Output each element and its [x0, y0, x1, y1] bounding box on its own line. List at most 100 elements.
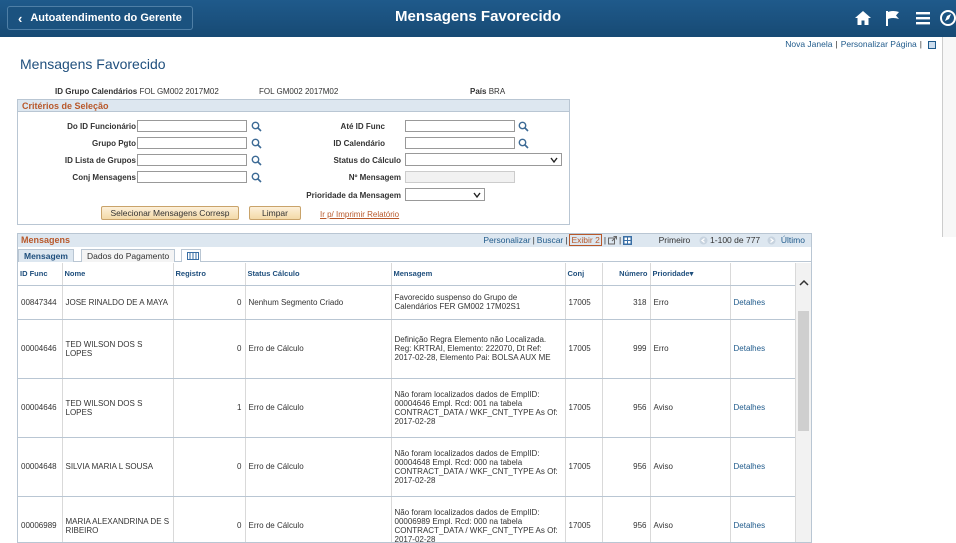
separator: | — [919, 39, 922, 49]
cell-mensagem: Não foram localizados dados de EmplID: 0… — [391, 437, 566, 497]
tab-dados-pagamento[interactable]: Dados do Pagamento — [81, 249, 176, 262]
selection-criteria-box: Critérios de Seleção Do ID Funcionário A… — [17, 99, 570, 225]
chevron-down-icon — [473, 192, 481, 199]
grid-find-link[interactable]: Buscar — [537, 235, 563, 245]
details-link[interactable]: Detalhes — [734, 298, 766, 307]
separator: | — [565, 235, 568, 245]
details-link[interactable]: Detalhes — [734, 403, 766, 412]
top-banner: ‹ Autoatendimento do Gerente Mensagens F… — [0, 0, 956, 37]
cell-conj: 17005 — [565, 378, 603, 438]
separator: | — [619, 235, 622, 245]
cell-mensagem: Favorecido suspenso do Grupo de Calendár… — [391, 285, 566, 320]
cell-registro: 0 — [173, 319, 246, 379]
msgnum-input — [405, 171, 515, 183]
prioridade-label: Prioridade — [652, 269, 690, 279]
cell-name: TED WILSON DOS S LOPES — [62, 319, 174, 379]
next-icon[interactable] — [767, 236, 776, 245]
view-all-link[interactable]: Exibir 2 — [569, 234, 602, 246]
page-title: Mensagens Favorecido — [20, 56, 166, 72]
paygroup-input[interactable] — [137, 137, 247, 149]
tab-mensagem[interactable]: Mensagem — [18, 249, 74, 262]
cell-numero: 956 — [602, 378, 651, 438]
priority-select[interactable] — [405, 188, 485, 201]
grid-navigation: Personalizar | Buscar | Exibir 2 | | Primeiro … — [483, 234, 805, 246]
grid-scrollbar[interactable] — [795, 263, 811, 542]
lookup-icon[interactable] — [251, 138, 262, 149]
grid-personalize-link[interactable]: Personalizar — [483, 235, 530, 245]
cell-numero: 956 — [602, 496, 651, 542]
previous-icon[interactable] — [699, 236, 708, 245]
separator: | — [603, 235, 607, 245]
cell-status: Erro de Cálculo — [245, 437, 392, 497]
page-scrollbar[interactable] — [942, 37, 956, 237]
last-link[interactable]: Último — [781, 235, 805, 245]
from-emp-input[interactable] — [137, 120, 247, 132]
cell-id: 00004646 — [18, 378, 63, 438]
show-all-columns-tab[interactable] — [181, 249, 201, 262]
scroll-up-icon[interactable] — [799, 279, 809, 287]
calc-status-select[interactable] — [405, 153, 562, 166]
page-tile-icon[interactable] — [928, 40, 936, 49]
table-row: 00004646 TED WILSON DOS S LOPES 0 Erro d… — [18, 319, 808, 379]
details-link[interactable]: Detalhes — [734, 521, 766, 530]
menu-icon[interactable] — [908, 6, 938, 30]
cell-prioridade: Erro — [650, 285, 731, 320]
show-all-columns-icon — [187, 252, 199, 260]
select-messages-button[interactable]: Selecionar Mensagens Corresp — [101, 206, 239, 220]
cell-numero: 956 — [602, 437, 651, 497]
cell-id: 00847344 — [18, 285, 63, 320]
col-header-name: Nome — [62, 263, 174, 286]
country-value: BRA — [488, 87, 506, 96]
col-header-id: ID Func — [18, 263, 63, 286]
separator: | — [532, 235, 535, 245]
grouplist-input[interactable] — [137, 154, 247, 166]
lookup-icon[interactable] — [251, 155, 262, 166]
navbar-icon[interactable] — [938, 6, 956, 30]
zoom-grid-icon[interactable] — [608, 236, 618, 245]
calendar-group-info: ID Grupo Calendários FOL GM002 2017M02 — [55, 87, 219, 96]
lookup-icon[interactable] — [518, 121, 529, 132]
col-header-registro: Registro — [173, 263, 246, 286]
new-window-link[interactable]: Nova Janela — [785, 39, 832, 49]
msgnum-label: Nº Mensagem — [348, 173, 401, 182]
app-title: Mensagens Favorecido — [395, 8, 561, 25]
separator: | — [835, 39, 838, 49]
lookup-icon[interactable] — [518, 138, 529, 149]
calendar-group-desc: FOL GM002 2017M02 — [259, 87, 339, 96]
flag-icon[interactable] — [878, 6, 908, 30]
cell-prioridade: Aviso — [650, 496, 731, 542]
details-link[interactable]: Detalhes — [734, 344, 766, 353]
cell-status: Erro de Cálculo — [245, 378, 392, 438]
download-excel-icon[interactable] — [623, 236, 633, 246]
col-header-conj: Conj — [565, 263, 603, 286]
cell-name: JOSE RINALDO DE A MAYA — [62, 285, 174, 320]
country-label: País — [470, 87, 487, 96]
calendar-input[interactable] — [405, 137, 515, 149]
cell-name: TED WILSON DOS S LOPES — [62, 378, 174, 438]
lookup-icon[interactable] — [251, 121, 262, 132]
details-link[interactable]: Detalhes — [734, 462, 766, 471]
cell-id: 00006989 — [18, 496, 63, 542]
page-links: Nova Janela | Personalizar Página | — [785, 39, 936, 49]
to-emp-input[interactable] — [405, 120, 515, 132]
msgset-label: Conj Mensagens — [72, 173, 136, 182]
calc-status-label: Status do Cálculo — [333, 156, 401, 165]
table-row: 00004648 SILVIA MARIA L SOUSA 0 Erro de … — [18, 437, 808, 497]
lookup-icon[interactable] — [251, 172, 262, 183]
criteria-title: Critérios de Seleção — [18, 100, 569, 112]
cell-status: Nenhum Segmento Criado — [245, 285, 392, 320]
home-icon[interactable] — [848, 6, 878, 30]
cell-mensagem: Não foram localizados dados de EmplID: 0… — [391, 496, 566, 542]
print-report-link[interactable]: Ir p/ Imprimir Relatório — [320, 210, 399, 219]
col-header-prioridade[interactable]: Prioridade▾ — [650, 263, 731, 286]
cell-name: MARIA ALEXANDRINA DE S RIBEIRO — [62, 496, 174, 542]
table-row: 00004646 TED WILSON DOS S LOPES 1 Erro d… — [18, 378, 808, 438]
row-range: 1-100 de 777 — [710, 235, 761, 245]
personalize-page-link[interactable]: Personalizar Página — [841, 39, 917, 49]
cell-status: Erro de Cálculo — [245, 496, 392, 542]
scroll-thumb[interactable] — [798, 311, 809, 431]
clear-button[interactable]: Limpar — [249, 206, 301, 220]
cell-id: 00004646 — [18, 319, 63, 379]
msgset-input[interactable] — [137, 171, 247, 183]
calendar-group-label: ID Grupo Calendários — [55, 87, 138, 96]
